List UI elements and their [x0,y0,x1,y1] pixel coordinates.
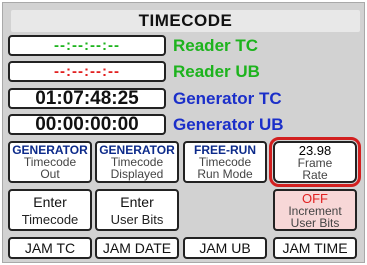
button-line3: Run Mode [197,167,253,181]
free-run-mode-button[interactable]: FREE-RUN Timecode Run Mode [183,141,267,183]
jam-ub-button[interactable]: JAM UB [183,237,267,259]
button-line3: Rate [302,167,328,182]
reader-tc-label: Reader TC [173,35,259,55]
button-line3: User Bits [290,215,340,230]
button-line2: User Bits [110,211,164,227]
jam-date-button[interactable]: JAM DATE [95,237,179,259]
enter-timecode-button[interactable]: Enter Timecode [8,189,92,231]
reader-ub-row: --:--:--:-- Reader UB [8,61,357,82]
button-line3: Displayed [110,167,164,181]
button-line1: Enter [120,193,154,210]
reader-ub-label: Reader UB [173,61,260,81]
reader-ub-value: --:--:--:-- [8,61,166,82]
jam-time-button[interactable]: JAM TIME [273,237,357,259]
reader-tc-value: --:--:--:-- [8,35,166,56]
generator-tc-value[interactable]: 01:07:48:25 [8,88,166,109]
toggle-state: OFF [302,190,328,206]
button-line2: Increment [288,203,342,218]
generator-tc-row: 01:07:48:25 Generator TC [8,88,357,109]
generator-timecode-displayed-button[interactable]: GENERATOR Timecode Displayed [95,141,179,183]
generator-ub-label: Generator UB [173,114,284,134]
button-line1: Enter [33,193,67,210]
enter-user-bits-button[interactable]: Enter User Bits [95,189,179,231]
generator-ub-value[interactable]: 00:00:00:00 [8,114,166,135]
increment-user-bits-toggle[interactable]: OFF Increment User Bits [273,189,357,231]
empty-slot [183,189,267,231]
button-line2: Frame [297,155,333,170]
jam-tc-button[interactable]: JAM TC [8,237,92,259]
panel-title: TIMECODE [11,10,360,32]
frame-rate-value: 23.98 [298,142,332,158]
frame-rate-button[interactable]: 23.98 Frame Rate [269,137,361,187]
generator-timecode-out-button[interactable]: GENERATOR Timecode Out [8,141,92,183]
reader-tc-row: --:--:--:-- Reader TC [8,35,357,56]
generator-ub-row: 00:00:00:00 Generator UB [8,114,357,135]
generator-tc-label: Generator TC [173,88,282,108]
button-line2: Timecode [21,211,79,227]
button-line3: Out [40,167,60,181]
